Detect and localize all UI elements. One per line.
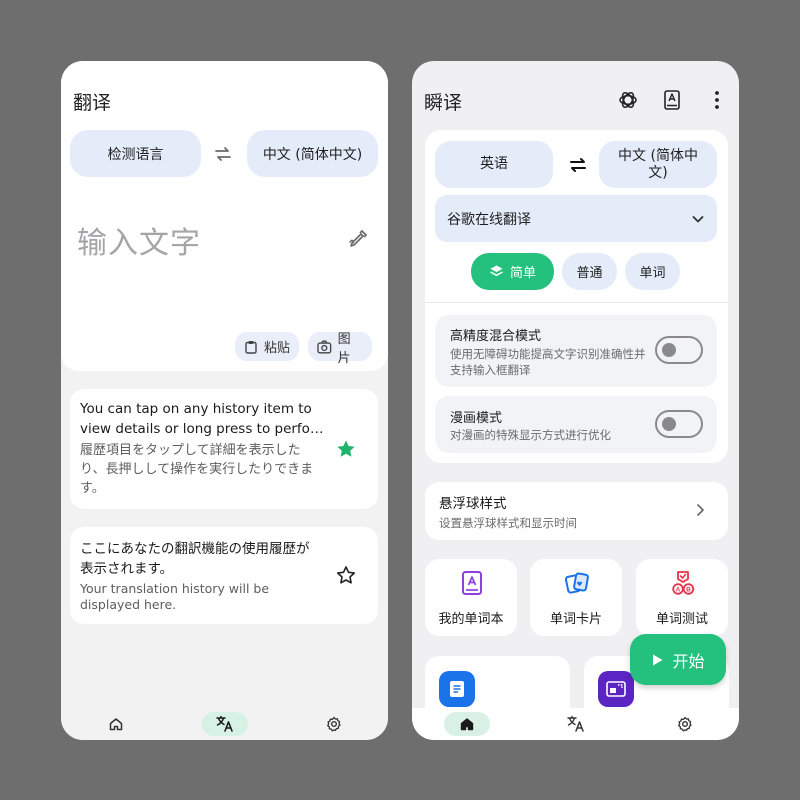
clipboard-icon xyxy=(245,340,257,354)
history-item[interactable]: ここにあなたの翻訳機能の使用履歴が表示されます。 Your translatio… xyxy=(70,527,378,624)
translate-screen: 翻译 检测语言 中文 (简体中文) 输入文字 粘贴 图片 You can tap… xyxy=(61,61,388,740)
engine-select[interactable]: 谷歌在线翻译 xyxy=(435,195,717,242)
dictionary-icon[interactable] xyxy=(661,89,683,111)
word-cards-tile[interactable]: 单词卡片 xyxy=(530,559,622,636)
comic-mode-toggle[interactable] xyxy=(655,410,703,438)
openai-icon[interactable] xyxy=(617,89,639,111)
home-icon xyxy=(460,718,473,731)
tile-label: 单词卡片 xyxy=(549,612,602,627)
document-icon xyxy=(439,671,475,707)
float-ball-setting[interactable]: 悬浮球样式 设置悬浮球样式和显示时间 xyxy=(425,482,728,540)
mode-simple-button[interactable]: 简单 xyxy=(471,253,554,290)
more-options-icon[interactable] xyxy=(706,89,728,111)
setting-subtitle: 对漫画的特殊显示方式进行优化 xyxy=(450,428,611,442)
layers-icon xyxy=(490,265,503,277)
paste-label: 粘贴 xyxy=(264,341,291,356)
tile-label: 我的单词本 xyxy=(438,612,504,627)
bottom-navigation xyxy=(61,708,388,740)
nav-translate[interactable] xyxy=(553,712,599,736)
star-filled-icon[interactable] xyxy=(336,439,356,459)
play-icon xyxy=(653,654,663,665)
history-item[interactable]: You can tap on any history item to view … xyxy=(70,389,378,509)
tile-label: 单词测试 xyxy=(655,612,708,627)
nav-home[interactable] xyxy=(93,712,139,736)
nav-home[interactable] xyxy=(443,712,490,736)
setting-title: 悬浮球样式 xyxy=(439,496,507,512)
chevron-right-icon xyxy=(697,504,704,516)
page-title: 翻译 xyxy=(73,92,112,114)
swap-languages-icon[interactable] xyxy=(568,155,588,175)
divider xyxy=(425,302,728,303)
setting-subtitle: 设置悬浮球样式和显示时间 xyxy=(439,516,577,530)
setting-title: 高精度混合模式 xyxy=(450,329,542,344)
setting-title: 漫画模式 xyxy=(450,411,503,426)
star-outline-icon[interactable] xyxy=(336,565,356,585)
word-test-icon: A B xyxy=(672,571,695,595)
mode-simple-label: 简单 xyxy=(509,266,536,281)
screen-capture-icon xyxy=(598,671,634,707)
hybrid-mode-setting[interactable]: 高精度混合模式 使用无障碍功能提高文字识别准确性并支持输入框翻译 xyxy=(435,315,717,387)
swap-languages-icon[interactable] xyxy=(213,144,233,164)
word-test-tile[interactable]: A B 单词测试 xyxy=(636,559,728,636)
chevron-down-icon xyxy=(692,215,704,222)
history-source-text: ここにあなたの翻訳機能の使用履歴が表示されます。 xyxy=(80,541,310,577)
home-screen: 瞬译 英语 中文 (简体中文) 谷歌在线翻译 简单 普通 单词 高精度混合模式 … xyxy=(412,61,739,740)
hybrid-mode-toggle[interactable] xyxy=(655,336,703,364)
paste-button[interactable]: 粘贴 xyxy=(235,332,299,361)
toggle-knob xyxy=(662,417,676,431)
svg-text:A: A xyxy=(676,587,681,594)
photo-label: 图片 xyxy=(337,331,351,366)
input-panel: 翻译 检测语言 中文 (简体中文) 输入文字 粘贴 图片 xyxy=(61,61,388,371)
photo-button[interactable]: 图片 xyxy=(308,332,372,366)
mode-normal-button[interactable]: 普通 xyxy=(562,253,617,290)
target-language-button[interactable]: 中文 (简体中文) xyxy=(247,130,378,177)
nav-translate[interactable] xyxy=(201,712,248,736)
engine-label: 谷歌在线翻译 xyxy=(447,211,531,228)
translate-icon xyxy=(566,715,584,732)
nav-settings[interactable] xyxy=(311,712,357,736)
app-title: 瞬译 xyxy=(424,92,463,114)
settings-icon xyxy=(677,716,692,732)
setting-subtitle: 使用无障碍功能提高文字识别准确性并支持输入框翻译 xyxy=(450,347,646,377)
start-button[interactable]: 开始 xyxy=(630,634,726,685)
comic-mode-setting[interactable]: 漫画模式 对漫画的特殊显示方式进行优化 xyxy=(435,396,717,453)
text-input[interactable]: 输入文字 xyxy=(77,218,201,262)
camera-icon xyxy=(317,339,332,354)
handwriting-icon[interactable] xyxy=(347,228,369,250)
mode-word-button[interactable]: 单词 xyxy=(625,253,680,290)
history-source-text: You can tap on any history item to view … xyxy=(80,401,324,437)
settings-icon xyxy=(326,716,341,732)
nav-settings[interactable] xyxy=(662,712,708,736)
header: 瞬译 xyxy=(412,61,739,131)
history-translation-text: 履歴項目をタップして詳細を表示したり、長押しして操作を実行したりできます。 xyxy=(80,443,314,496)
word-cards-icon xyxy=(564,572,589,594)
translate-icon xyxy=(215,715,233,732)
wordbook-icon xyxy=(462,571,482,595)
history-translation-text: Your translation history will be display… xyxy=(80,581,270,612)
home-icon xyxy=(109,718,122,731)
start-label: 开始 xyxy=(672,651,705,671)
bottom-navigation xyxy=(412,708,739,740)
source-language-button[interactable]: 检测语言 xyxy=(70,130,201,177)
wordbook-tile[interactable]: 我的单词本 xyxy=(425,559,517,636)
source-language-button[interactable]: 英语 xyxy=(435,141,553,188)
translation-settings-card: 英语 中文 (简体中文) 谷歌在线翻译 简单 普通 单词 高精度混合模式 使用无… xyxy=(425,130,728,463)
toggle-knob xyxy=(662,343,676,357)
svg-text:B: B xyxy=(686,587,691,594)
target-language-button[interactable]: 中文 (简体中文) xyxy=(599,141,717,188)
